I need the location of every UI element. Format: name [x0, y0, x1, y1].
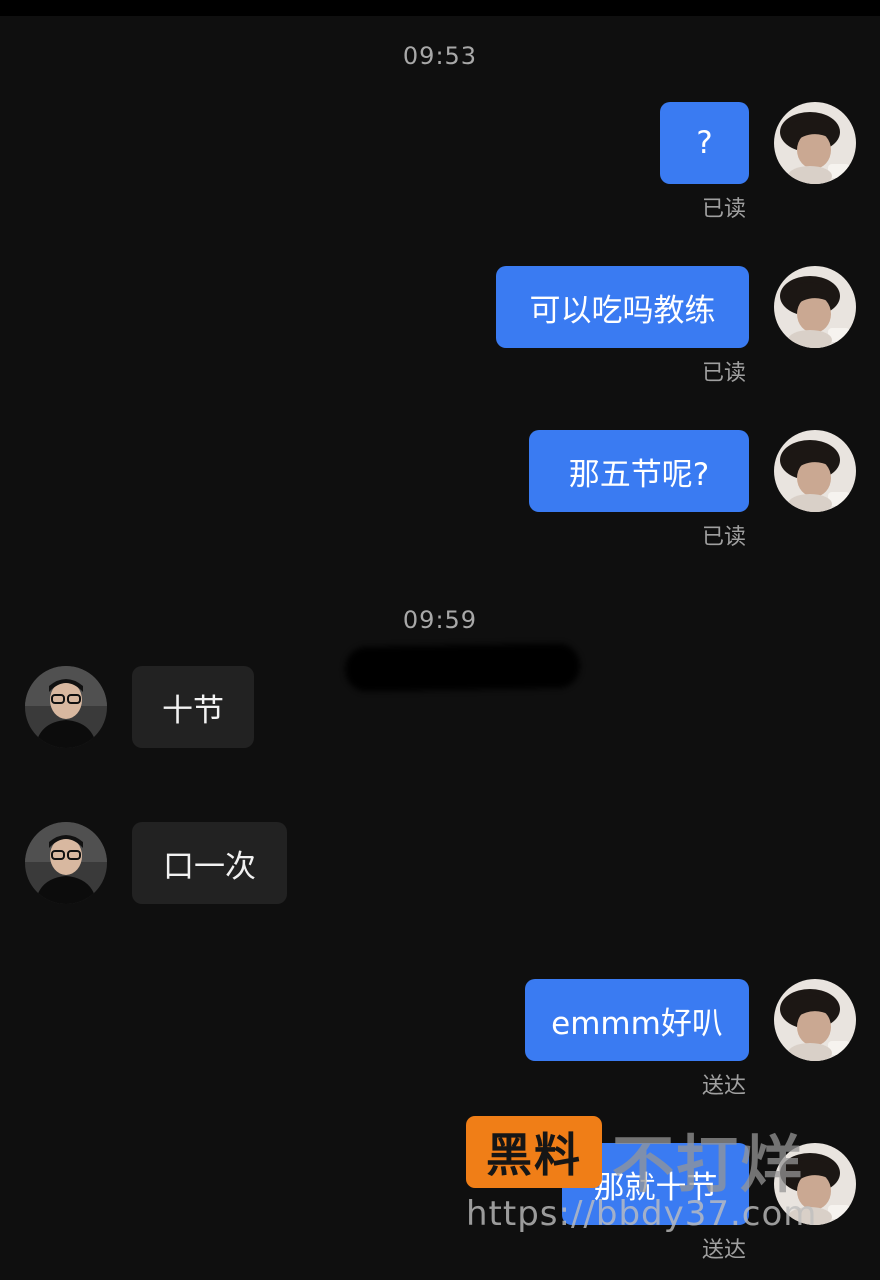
avatar-coach-photo: [25, 666, 107, 748]
avatar-self-photo: [774, 979, 856, 1061]
avatar-self[interactable]: [774, 979, 856, 1061]
message-bubble-incoming[interactable]: 十节: [132, 666, 254, 748]
message-status: 已读: [702, 361, 747, 386]
redaction-scribble: [344, 642, 581, 693]
avatar-self[interactable]: [774, 102, 856, 184]
avatar-coach[interactable]: [25, 666, 107, 748]
watermark-badge: 黑料: [466, 1116, 602, 1188]
watermark-text: 不打烊: [612, 1128, 805, 1201]
watermark: 黑料 不打烊 https://bbdy37.com: [466, 1116, 846, 1236]
watermark-url: https://bbdy37.com: [466, 1194, 818, 1234]
message-status: 已读: [702, 197, 747, 222]
message-bubble-outgoing[interactable]: emmm好叭: [525, 979, 749, 1061]
message-bubble-outgoing[interactable]: 可以吃吗教练: [496, 266, 749, 348]
avatar-self[interactable]: [774, 430, 856, 512]
avatar-coach[interactable]: [25, 822, 107, 904]
avatar-self[interactable]: [774, 266, 856, 348]
message-bubble-outgoing[interactable]: 那五节呢?: [529, 430, 749, 512]
avatar-self-photo: [774, 102, 856, 184]
message-bubble-outgoing[interactable]: ?: [660, 102, 749, 184]
status-bar-strip: [0, 0, 880, 16]
avatar-self-photo: [774, 430, 856, 512]
message-bubble-incoming[interactable]: 口一次: [132, 822, 287, 904]
avatar-coach-photo: [25, 822, 107, 904]
timestamp: 09:59: [402, 606, 478, 634]
timestamp: 09:53: [402, 42, 478, 70]
message-status: 送达: [702, 1238, 747, 1263]
message-status: 已读: [702, 525, 747, 550]
message-status: 送达: [702, 1074, 747, 1099]
avatar-self-photo: [774, 266, 856, 348]
